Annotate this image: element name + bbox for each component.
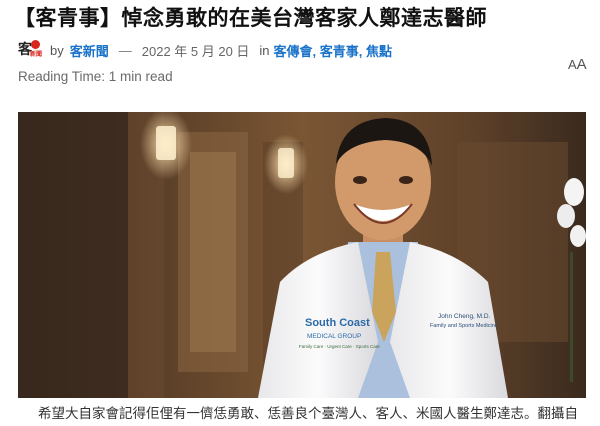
- coat-logo-line1: South Coast: [305, 317, 370, 329]
- category-links[interactable]: 客傳會, 客青事, 焦點: [274, 41, 392, 60]
- photo-caption: 希望大自家會記得佢俚有一儕恁勇敢、恁善良个臺灣人、客人、米國人醫生鄭達志。翻攝自: [38, 406, 578, 421]
- logo-dot-icon: [31, 40, 40, 49]
- name-tag-line2: Family and Sports Medicine: [430, 323, 498, 329]
- publish-date: 2022 年 5 月 20 日: [141, 43, 250, 59]
- coat-logo-line3: Family Care · Urgent Care · Sports Care: [299, 344, 380, 349]
- logo-sub: 新聞: [30, 52, 43, 58]
- meta-separator: —: [118, 42, 132, 58]
- font-large-label: A: [576, 56, 587, 73]
- article-photo: South Coast MEDICAL GROUP Family Care · …: [18, 112, 586, 398]
- author-link[interactable]: 客新聞: [70, 41, 109, 60]
- article-title: 【客青事】悼念勇敢的在美台灣客家人鄭達志醫師: [14, 7, 487, 30]
- reading-time: Reading Time: 1 min read: [18, 69, 173, 84]
- coat-logo-line2: MEDICAL GROUP: [307, 333, 361, 340]
- in-label: in: [259, 42, 270, 58]
- article-meta: 客 新聞 by 客新聞 — 2022 年 5 月 20 日 in 客傳會, 客青…: [18, 39, 392, 61]
- font-small-label: A: [568, 57, 577, 72]
- name-tag-line1: John Cheng, M.D.: [438, 313, 491, 320]
- site-logo[interactable]: 客 新聞: [18, 40, 42, 60]
- font-size-toggle[interactable]: AA: [568, 56, 587, 73]
- by-label: by: [50, 42, 64, 58]
